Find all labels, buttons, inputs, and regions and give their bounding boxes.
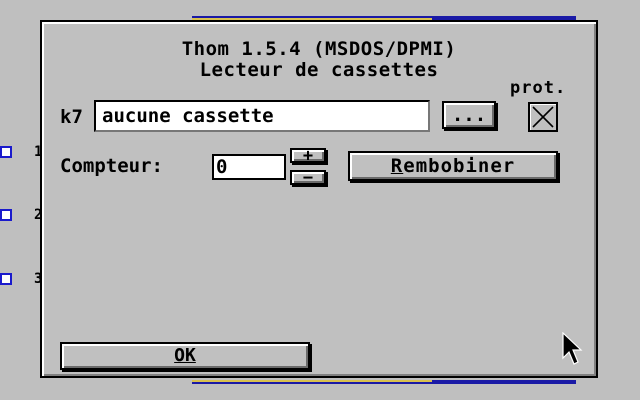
background-bottom-strip [192,380,576,384]
dialog-title: Thom 1.5.4 (MSDOS/DPMI) [181,38,457,60]
ok-button[interactable]: OK [60,342,310,370]
background-checkbox-3[interactable] [0,273,12,285]
background-checkbox-2[interactable] [0,209,12,221]
cassette-field[interactable] [94,100,430,132]
k7-label: k7 [60,106,83,128]
counter-increment-button[interactable]: + [290,147,326,164]
ok-button-label: OK [174,345,196,366]
cassette-dialog: Thom 1.5.4 (MSDOS/DPMI) Lecteur de casse… [40,20,598,378]
checkbox-x-icon [532,106,554,128]
counter-label: Compteur: [60,155,163,177]
protect-checkbox[interactable] [528,102,558,132]
protect-label: prot. [510,78,567,98]
counter-field[interactable] [212,154,286,180]
rewind-button[interactable]: Rembobiner [348,151,558,181]
counter-decrement-button[interactable]: − [290,169,326,186]
mouse-pointer-icon [562,332,583,365]
browse-button[interactable]: ... [442,101,496,129]
background-checkbox-1[interactable] [0,146,12,158]
